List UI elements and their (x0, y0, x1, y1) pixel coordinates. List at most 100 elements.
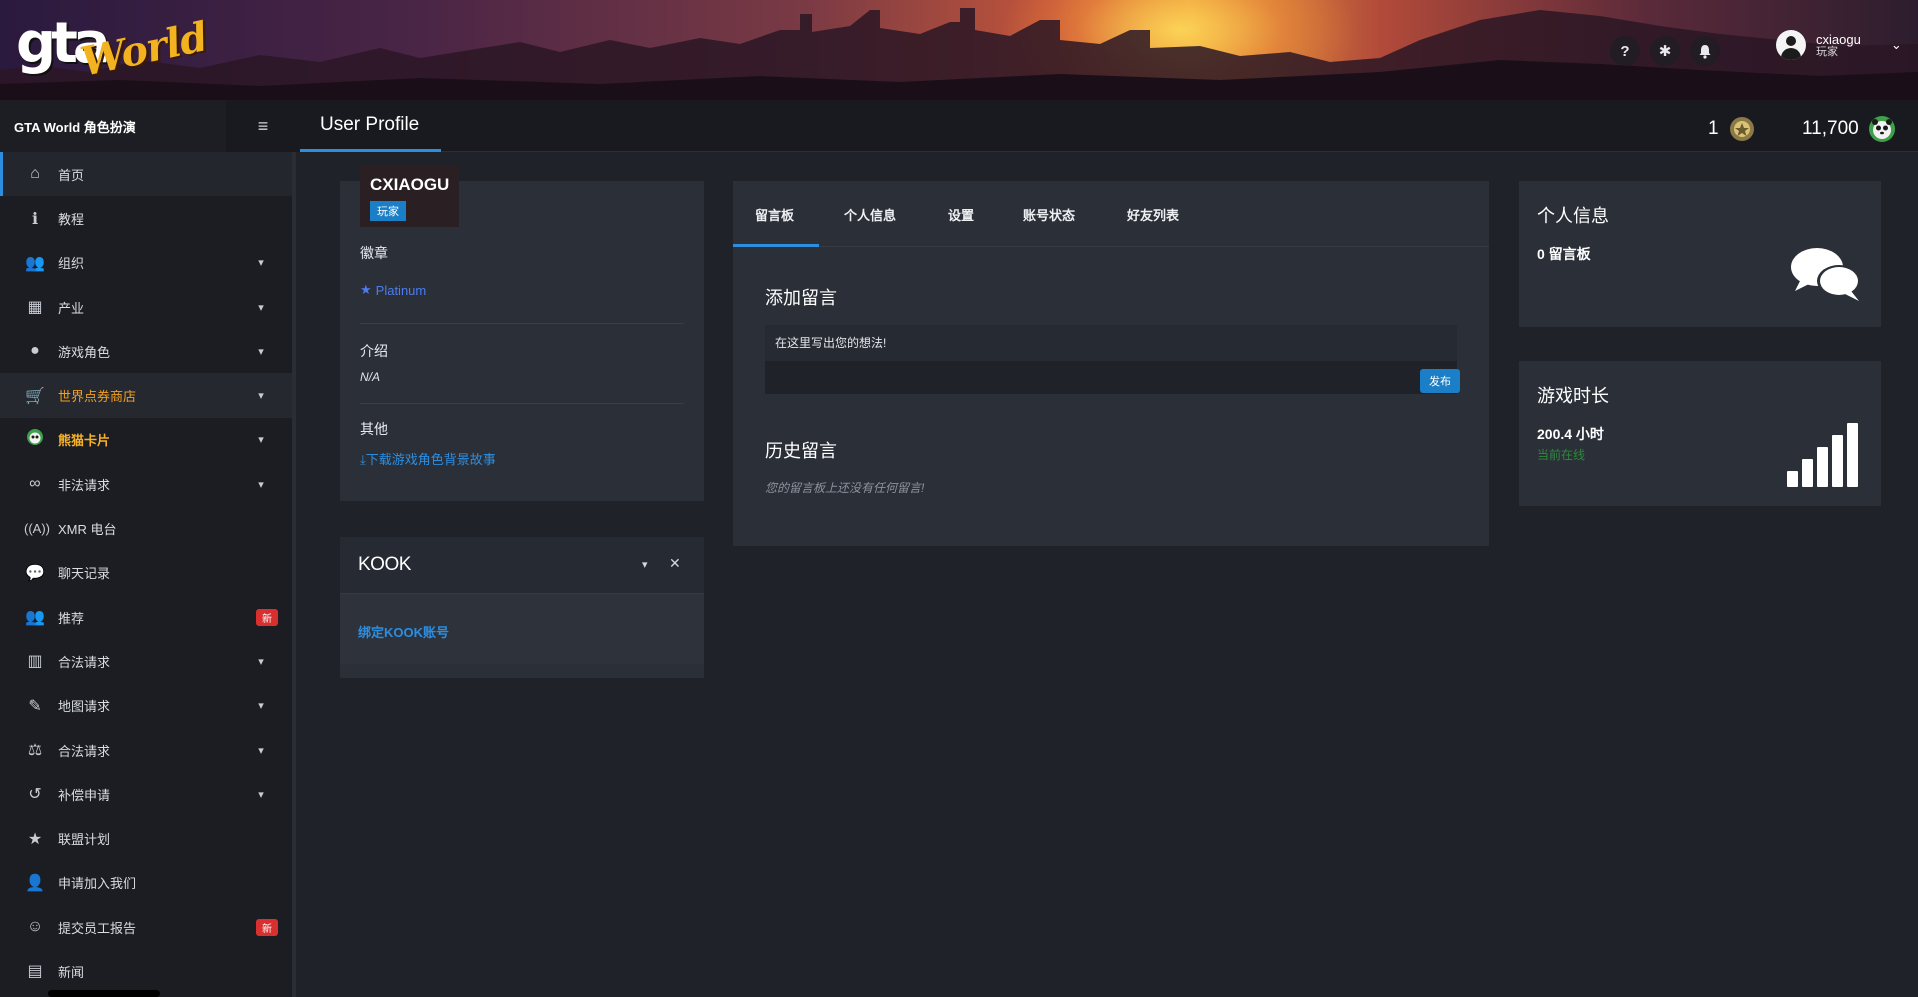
gta-world-logo[interactable]: gta World (12, 13, 211, 85)
signal-bars-icon (1787, 423, 1858, 487)
sidebar-item-illegal-requests[interactable]: ∞ 非法请求 ▾ (0, 462, 292, 506)
personal-info-card: 个人信息 0 留言板 (1519, 181, 1881, 327)
sidebar-item-referral[interactable]: 👥 推荐 新 (0, 595, 292, 639)
sidebar-item-label: 产业 (58, 300, 85, 316)
sidebar-item-organizations[interactable]: 👥 组织 ▾ (0, 241, 292, 285)
download-backstory-link[interactable]: ⤓下载游戏角色背景故事 (360, 449, 496, 468)
sidebar-item-label: 地图请求 (58, 699, 111, 715)
coin-count: 11,700 (1802, 118, 1859, 139)
coin-counter[interactable]: 11,700 (1802, 114, 1897, 144)
tab-settings[interactable]: 设置 (948, 205, 974, 224)
playtime-value: 200.4 小时 (1537, 426, 1604, 442)
page-title: User Profile (320, 114, 420, 135)
sidebar-item-characters[interactable]: ● 游戏角色 ▾ (0, 329, 292, 373)
sidebar-item-label: 推荐 (58, 610, 85, 626)
chevron-down-icon: ▾ (258, 655, 264, 668)
sidebar: ⌂ 首页 i 教程 👥 组织 ▾ ▦ 产业 ▾ ● 游戏角色 ▾ 🛒 世界点券商… (0, 152, 296, 997)
info-icon: i (31, 208, 39, 228)
kook-card: KOOK ▾ ✕ 绑定KOOK账号 (340, 537, 704, 678)
chevron-down-icon: ▾ (258, 434, 264, 447)
new-badge: 新 (256, 608, 278, 626)
badge-counter[interactable]: 1 (1708, 114, 1757, 144)
header-icon-group: ? ✱ (1610, 36, 1720, 66)
chevron-down-icon: ▾ (258, 478, 264, 491)
sidebar-item-label: 教程 (58, 211, 85, 227)
sidebar-item-label: 世界点券商店 (58, 389, 137, 405)
gear-icon[interactable]: ✱ (1650, 36, 1680, 66)
sidebar-item-shop[interactable]: 🛒 世界点券商店 ▾ (0, 373, 292, 418)
playtime-card: 游戏时长 200.4 小时 当前在线 (1519, 361, 1881, 506)
add-message-title: 添加留言 (765, 288, 837, 308)
sidebar-item-map-requests[interactable]: ✎ 地图请求 ▾ (0, 684, 292, 728)
sidebar-item-label: 提交员工报告 (58, 920, 137, 936)
user-menu-text: cxiaogu 玩家 (1816, 33, 1861, 58)
post-button[interactable]: 发布 (1420, 369, 1460, 393)
sidebar-item-compensation[interactable]: ↺ 补偿申请 ▾ (0, 772, 292, 816)
user-menu[interactable]: cxiaogu 玩家 ⌄ (1776, 30, 1902, 60)
sidebar-item-label: 新闻 (58, 964, 85, 980)
sidebar-item-alliance[interactable]: ★ 联盟计划 (0, 816, 292, 860)
sidebar-item-label: 组织 (58, 256, 85, 272)
download-link-label: 下载游戏角色背景故事 (365, 452, 496, 467)
sidebar-scrollbar[interactable] (48, 990, 160, 997)
sidebar-item-chat-logs[interactable]: 💬 聊天记录 (0, 551, 292, 595)
hamburger-menu-icon[interactable]: ≡ (252, 115, 274, 137)
message-input[interactable] (765, 325, 1457, 361)
chevron-down-icon: ▾ (258, 390, 264, 403)
tab-friends-list[interactable]: 好友列表 (1127, 205, 1179, 224)
sidebar-item-join-us[interactable]: 👤 申请加入我们 (0, 861, 292, 905)
scale-icon: ⚖ (27, 742, 43, 759)
sidebar-item-label: 非法请求 (58, 477, 111, 493)
chevron-down-icon: ▾ (258, 700, 264, 713)
home-icon: ⌂ (30, 165, 40, 183)
chevron-down-icon: ▾ (258, 301, 264, 314)
role-badge: 玩家 (370, 201, 406, 221)
close-icon[interactable]: ✕ (669, 555, 681, 572)
playtime-title: 游戏时长 (1537, 386, 1609, 406)
sidebar-item-home[interactable]: ⌂ 首页 (0, 152, 292, 197)
sidebar-item-news[interactable]: ▤ 新闻 (0, 949, 292, 993)
tab-account-status[interactable]: 账号状态 (1023, 205, 1075, 224)
sidebar-item-legal-requests-2[interactable]: ⚖ 合法请求 ▾ (0, 728, 292, 772)
tab-personal-info[interactable]: 个人信息 (844, 205, 896, 224)
header-banner: gta World ? ✱ cxiaogu 玩家 ⌄ (0, 0, 1918, 100)
info-card-title: 个人信息 (1537, 206, 1609, 226)
collapse-icon[interactable]: ▾ (642, 558, 648, 571)
platinum-badge[interactable]: ★ Platinum (360, 282, 426, 298)
sidebar-item-tutorial[interactable]: i 教程 (0, 196, 292, 240)
brand-name[interactable]: GTA World 角色扮演 (14, 117, 136, 136)
newspaper-icon: ▤ (27, 963, 43, 981)
sidebar-item-label: 熊猫卡片 (58, 433, 111, 449)
bind-kook-link[interactable]: 绑定KOOK账号 (358, 622, 449, 641)
question-icon[interactable]: ? (1610, 36, 1640, 66)
sidebar-item-property[interactable]: ▦ 产业 ▾ (0, 285, 292, 329)
building-icon: ▥ (27, 653, 43, 671)
chat-icon: 💬 (25, 564, 45, 582)
sidebar-item-label: 合法请求 (58, 654, 111, 670)
history-title: 历史留言 (765, 441, 837, 461)
badge-count: 1 (1708, 118, 1719, 139)
chevron-down-icon: ⌄ (1890, 37, 1902, 52)
guestbook-count: 0 留言板 (1537, 246, 1591, 262)
profile-tabs: 留言板 个人信息 设置 账号状态 好友列表 (733, 181, 1489, 247)
bell-icon[interactable] (1690, 36, 1720, 66)
page-title-underline (300, 149, 441, 152)
sidebar-item-label: 合法请求 (58, 743, 111, 759)
user-name: cxiaogu (1816, 31, 1861, 47)
smile-icon: ☺ (26, 918, 44, 936)
platinum-label: Platinum (375, 282, 427, 298)
message-composer: 发布 (765, 325, 1460, 394)
active-tab-indicator (733, 244, 819, 247)
sidebar-item-staff-report[interactable]: ☺ 提交员工报告 新 (0, 905, 292, 949)
chevron-down-icon: ▾ (258, 744, 264, 757)
sidebar-item-panda-cards[interactable]: 熊猫卡片 ▾ (0, 418, 292, 462)
tab-guestbook[interactable]: 留言板 (755, 205, 794, 224)
sidebar-item-label: 聊天记录 (58, 566, 111, 582)
panda-coin-icon (1867, 114, 1897, 144)
sidebar-item-radio[interactable]: ((A)) XMR 电台 (0, 506, 292, 550)
avatar-icon (1776, 30, 1806, 60)
intro-value: N/A (360, 370, 381, 384)
chevron-down-icon: ▾ (258, 257, 264, 270)
kook-title: KOOK (358, 554, 411, 575)
sidebar-item-legal-requests[interactable]: ▥ 合法请求 ▾ (0, 639, 292, 683)
